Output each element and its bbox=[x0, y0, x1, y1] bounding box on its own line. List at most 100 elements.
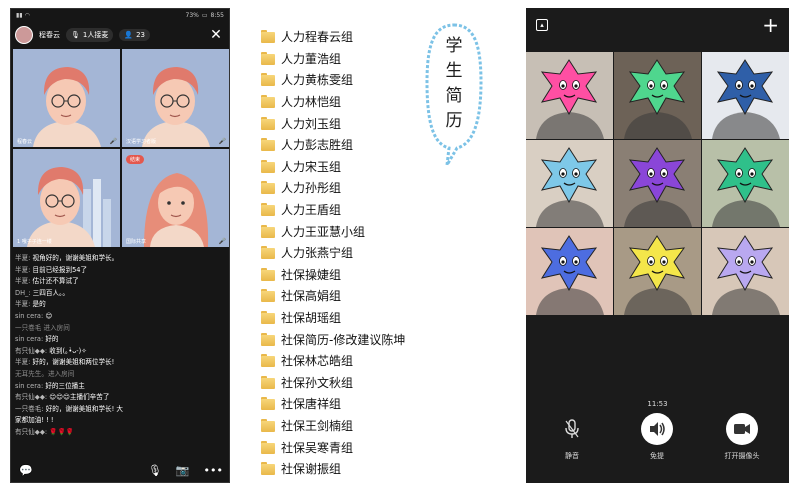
folder-item[interactable]: 社保孙文秋组 bbox=[261, 372, 405, 394]
speaker-tile[interactable]: 1 哦子子连一缕 bbox=[13, 149, 120, 247]
folder-item[interactable]: 社保林芯皓组 bbox=[261, 350, 405, 372]
folder-item[interactable]: 人力王亚慧小组 bbox=[261, 220, 405, 242]
call-duration: 11:53 bbox=[647, 400, 668, 408]
camera-off-icon[interactable]: 📷 bbox=[176, 464, 190, 477]
chat-bubble-icon[interactable]: 💬 bbox=[19, 464, 33, 477]
folder-icon bbox=[261, 73, 275, 87]
chat-message: sin cera: 😊 bbox=[15, 311, 227, 323]
chat-text: 好的，谢谢美姐和学长! 大 bbox=[45, 404, 123, 413]
chat-user[interactable]: sin cera: bbox=[15, 382, 43, 390]
folder-item[interactable]: 人力王盾组 bbox=[261, 199, 405, 221]
minimize-icon[interactable]: ▴ bbox=[536, 19, 548, 31]
chat-message: 半夏: 是的 bbox=[15, 299, 227, 311]
face-sticker-icon bbox=[526, 52, 613, 139]
video-tile[interactable] bbox=[614, 140, 701, 227]
face-sticker-icon bbox=[702, 228, 789, 315]
chat-user[interactable]: 半夏: bbox=[15, 358, 30, 366]
camera-button[interactable]: 打开摄像头 bbox=[712, 413, 772, 461]
add-icon[interactable]: + bbox=[762, 15, 779, 35]
folder-icon bbox=[261, 332, 275, 346]
folder-item[interactable]: 人力程春云组 bbox=[261, 26, 405, 48]
video-tile[interactable] bbox=[526, 140, 613, 227]
video-tile[interactable] bbox=[526, 228, 613, 315]
chat-user[interactable]: 有只仙◆◆: bbox=[15, 393, 47, 401]
speaker-tile[interactable]: 程春云 🎤 bbox=[13, 49, 120, 147]
room-topbar: 程春云 🎙 1人接麦 👤 23 ✕ bbox=[11, 21, 229, 49]
chat-user[interactable]: 半夏: bbox=[15, 266, 30, 274]
folder-name: 人力林恺组 bbox=[281, 95, 342, 110]
folder-name: 人力宋玉组 bbox=[281, 159, 342, 174]
more-icon[interactable]: ••• bbox=[204, 464, 223, 477]
folder-icon bbox=[261, 267, 275, 281]
speaker-tile[interactable]: 结束 国际共享 🎤 bbox=[122, 149, 229, 247]
video-tile[interactable] bbox=[702, 52, 789, 139]
chat-user[interactable]: 有只仙◆◆: bbox=[15, 347, 47, 355]
call-topbar: ▴ + bbox=[526, 8, 789, 42]
folder-item[interactable]: 社保简历-修改建议陈坤 bbox=[261, 328, 405, 350]
folder-item[interactable]: 社保胡瑶组 bbox=[261, 307, 405, 329]
viewer-count-pill[interactable]: 👤 23 bbox=[119, 29, 150, 41]
folder-item[interactable]: 人力宋玉组 bbox=[261, 156, 405, 178]
speaker-label: 免提 bbox=[650, 452, 664, 460]
folder-item[interactable]: 社保唐祥组 bbox=[261, 393, 405, 415]
chat-user[interactable]: 半夏: bbox=[15, 277, 30, 285]
end-tag[interactable]: 结束 bbox=[126, 155, 145, 164]
face-sticker-icon bbox=[614, 140, 701, 227]
mic-icon: 🎤 bbox=[218, 138, 226, 145]
status-time: 8:55 bbox=[210, 11, 224, 19]
chat-user[interactable]: 有只仙◆◆: bbox=[15, 428, 47, 436]
status-left: ▮▮ ◠ bbox=[16, 12, 30, 19]
folder-name: 社保简历-修改建议陈坤 bbox=[281, 332, 406, 347]
chat-message: 一只卷毛 进入房间 bbox=[15, 323, 227, 335]
chat-user[interactable]: 半夏: bbox=[15, 300, 30, 308]
folder-item[interactable]: 人力彭志胜组 bbox=[261, 134, 405, 156]
folder-item[interactable]: 社保王剑楠组 bbox=[261, 415, 405, 437]
folder-name: 人力王盾组 bbox=[281, 203, 342, 218]
folder-name: 人力程春云组 bbox=[281, 30, 354, 45]
chat-user[interactable]: 半夏: bbox=[15, 254, 30, 262]
folder-item[interactable]: 社保高娟组 bbox=[261, 285, 405, 307]
video-tile[interactable] bbox=[526, 52, 613, 139]
video-tile[interactable] bbox=[702, 228, 789, 315]
chat-user[interactable]: DH_: bbox=[15, 289, 31, 297]
folder-item[interactable]: 人力孙彤组 bbox=[261, 177, 405, 199]
mic-icon[interactable]: 🎙 bbox=[148, 464, 162, 477]
speaker-grid: 程春云 🎤 汉语学习者版 🎤 1 哦子子连一缕 结束 国际共享 🎤 bbox=[11, 49, 229, 247]
mute-button[interactable]: 静音 bbox=[542, 413, 602, 461]
folder-item[interactable]: 人力张燕宁组 bbox=[261, 242, 405, 264]
chat-user[interactable]: sin cera: bbox=[15, 312, 43, 320]
video-tile[interactable] bbox=[614, 52, 701, 139]
folder-icon bbox=[261, 30, 275, 44]
chat-text: 好的 bbox=[45, 335, 59, 344]
chat-list[interactable]: 半夏: 视角好的，谢谢美姐和学长。 半夏: 目前已经报到54了 半夏: 估计还不算试… bbox=[11, 251, 229, 459]
video-tile[interactable] bbox=[702, 140, 789, 227]
guest-count-pill[interactable]: 🎙 1人接麦 bbox=[66, 28, 114, 42]
chat-user[interactable]: 一只卷毛: bbox=[15, 405, 44, 413]
chat-user[interactable]: sin cera: bbox=[15, 335, 43, 343]
folder-item[interactable]: 社保谢振组 bbox=[261, 458, 405, 480]
avatar[interactable] bbox=[15, 26, 33, 44]
bubble-char: 简 bbox=[445, 86, 463, 106]
folder-item[interactable]: 人力董浩组 bbox=[261, 48, 405, 70]
folder-item[interactable]: 社保吴寒青组 bbox=[261, 436, 405, 458]
chat-message: 半夏: 目前已经报到54了 bbox=[15, 265, 227, 277]
battery-icon: ▭ bbox=[201, 11, 208, 19]
video-tile[interactable] bbox=[614, 228, 701, 315]
chat-message: 半夏: 视角好的，谢谢美姐和学长。 bbox=[15, 253, 227, 265]
folder-name: 人力孙彤组 bbox=[281, 181, 342, 196]
folder-item[interactable]: 人力刘玉组 bbox=[261, 112, 405, 134]
close-icon[interactable]: ✕ bbox=[207, 27, 225, 43]
speaker-tile[interactable]: 汉语学习者版 🎤 bbox=[122, 49, 229, 147]
folder-item[interactable]: 社保操婕组 bbox=[261, 264, 405, 286]
video-call-panel: ▴ + 11:53 静音 免提 打开摄像头 bbox=[526, 8, 789, 483]
folder-item[interactable]: 人力林恺组 bbox=[261, 91, 405, 113]
folder-icon bbox=[261, 159, 275, 173]
status-bar: ▮▮ ◠ 73% ▭ 8:55 bbox=[11, 9, 229, 21]
folder-item[interactable]: 人力黄栋雯组 bbox=[261, 69, 405, 91]
folder-name: 社保高娟组 bbox=[281, 289, 342, 304]
chat-message: 一只卷毛: 好的，谢谢美姐和学长! 大 bbox=[15, 404, 227, 416]
folder-name: 人力董浩组 bbox=[281, 51, 342, 66]
speaker-button[interactable]: 免提 bbox=[627, 413, 687, 461]
folder-list: 人力程春云组 人力董浩组人力黄栋雯组人力林恺组人力刘玉组 人力彭志胜组人力宋玉组人力… bbox=[261, 26, 405, 479]
chat-message: 有只仙◆◆: 收到(｡•̀ᴗ-)✧ bbox=[15, 346, 227, 358]
